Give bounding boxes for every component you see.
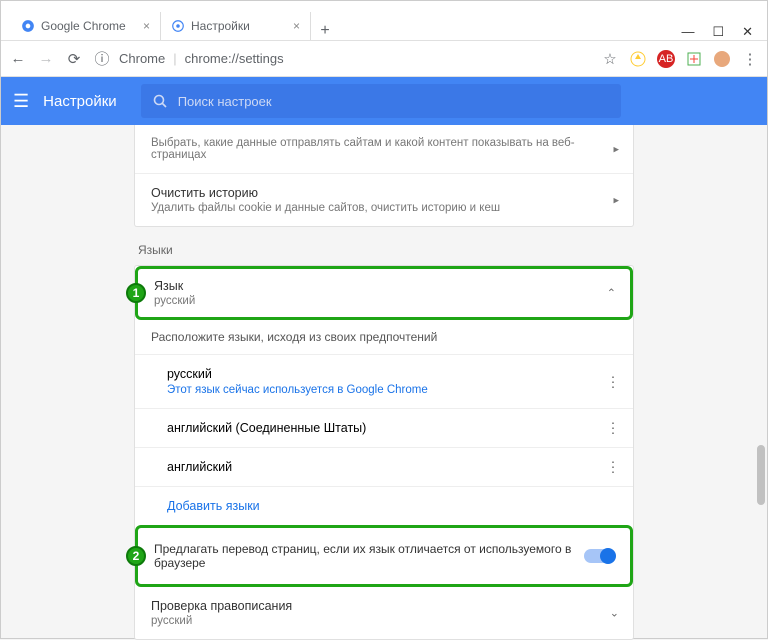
more-icon[interactable]: ⋮ <box>606 373 619 390</box>
settings-search[interactable] <box>141 84 621 118</box>
addr-origin: Chrome <box>119 51 165 66</box>
chevron-right-icon: ▸ <box>613 194 619 207</box>
language-item-en-us[interactable]: английский (Соединенные Штаты) ⋮ <box>135 409 633 448</box>
highlight-1: 1 Язык русский ⌃ <box>135 266 633 320</box>
annotation-badge-1: 1 <box>126 283 146 303</box>
clear-history-row[interactable]: Очистить историю Удалить файлы cookie и … <box>135 174 633 226</box>
page-title: Настройки <box>43 93 117 110</box>
adblock-icon[interactable]: AB <box>657 50 675 68</box>
language-expand-row[interactable]: Язык русский ⌃ <box>138 269 630 317</box>
forward-button[interactable]: → <box>37 50 55 67</box>
close-icon[interactable]: × <box>293 19 300 33</box>
info-icon: ⓘ <box>93 48 111 69</box>
more-icon[interactable]: ⋮ <box>606 420 619 437</box>
content-settings-row[interactable]: Выбрать, какие данные отправлять сайтам … <box>135 125 633 174</box>
extension-icon[interactable] <box>685 50 703 68</box>
tab-settings[interactable]: Настройки × <box>161 12 311 40</box>
language-order-instruction: Расположите языки, исходя из своих предп… <box>135 320 633 355</box>
tab-label: Настройки <box>191 19 250 33</box>
scrollbar-thumb[interactable] <box>757 445 765 505</box>
settings-content: Выбрать, какие данные отправлять сайтам … <box>1 125 767 640</box>
tab-label: Google Chrome <box>41 19 126 33</box>
address-bar-row: ← → ⟳ ⓘ Chrome | chrome://settings ☆ AB … <box>1 41 767 77</box>
language-item-english[interactable]: английский ⋮ <box>135 448 633 487</box>
toggle-switch[interactable] <box>584 549 614 563</box>
minimize-button[interactable]: — <box>681 24 694 40</box>
browser-tabs: Google Chrome × Настройки × + — ☐ ✕ <box>1 9 767 41</box>
annotation-badge-2: 2 <box>126 546 146 566</box>
address-bar[interactable]: ⓘ Chrome | chrome://settings <box>93 48 591 69</box>
tab-chrome[interactable]: Google Chrome × <box>11 12 161 40</box>
language-item-russian[interactable]: русский Этот язык сейчас используется в … <box>135 355 633 409</box>
profile-avatar[interactable] <box>713 50 731 68</box>
highlight-2: 2 Предлагать перевод страниц, если их яз… <box>135 525 633 587</box>
yandex-icon[interactable] <box>629 50 647 68</box>
languages-section-label: Языки <box>138 243 634 257</box>
menu-icon[interactable]: ⋮ <box>741 50 759 68</box>
hamburger-icon[interactable]: ☰ <box>13 91 29 112</box>
languages-card: 1 Язык русский ⌃ Расположите языки, исхо… <box>134 265 634 640</box>
chevron-right-icon: ▸ <box>613 143 619 156</box>
search-input[interactable] <box>178 94 609 109</box>
chevron-down-icon: ⌄ <box>610 607 619 620</box>
settings-header: ☰ Настройки <box>1 77 767 125</box>
chevron-up-icon: ⌃ <box>607 287 616 300</box>
new-tab-button[interactable]: + <box>311 22 339 40</box>
search-icon <box>153 94 168 109</box>
chrome-logo-icon <box>21 19 35 33</box>
spellcheck-expand-row[interactable]: Проверка правописания русский ⌄ <box>135 587 633 639</box>
maximize-button[interactable]: ☐ <box>712 24 724 40</box>
bookmark-star-icon[interactable]: ☆ <box>601 50 619 68</box>
more-icon[interactable]: ⋮ <box>606 459 619 476</box>
back-button[interactable]: ← <box>9 50 27 67</box>
addr-url: chrome://settings <box>185 51 284 66</box>
close-icon[interactable]: × <box>143 19 150 33</box>
close-window-button[interactable]: ✕ <box>742 24 753 40</box>
offer-translate-row[interactable]: Предлагать перевод страниц, если их язык… <box>138 528 630 584</box>
gear-icon <box>171 19 185 33</box>
add-language-link[interactable]: Добавить языки <box>135 487 633 525</box>
reload-button[interactable]: ⟳ <box>65 50 83 68</box>
